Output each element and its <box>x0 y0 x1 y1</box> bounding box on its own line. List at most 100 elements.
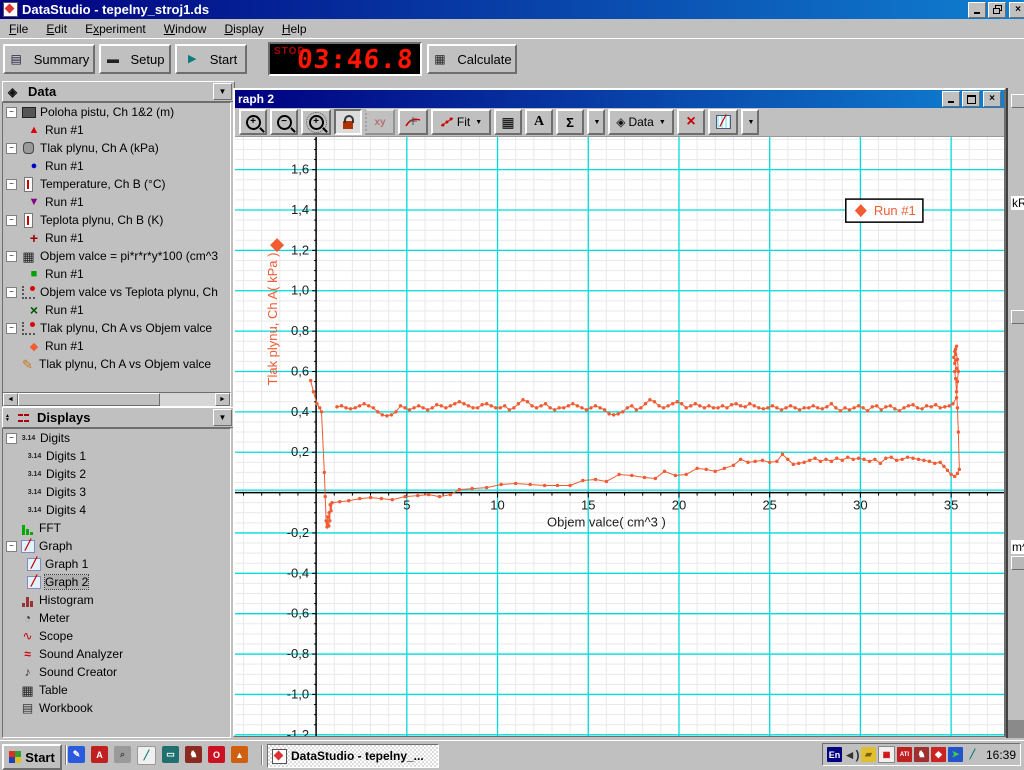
display-item-graph-1[interactable]: ╱Graph 1 <box>3 555 230 573</box>
dragon-icon[interactable]: ♞ <box>185 746 202 763</box>
display-item-digits-1[interactable]: 3.14Digits 1 <box>3 447 230 465</box>
menu-help[interactable]: Help <box>273 20 316 38</box>
notepad-icon[interactable]: ✎ <box>68 746 85 763</box>
pen-icon[interactable]: ╱ <box>965 747 980 762</box>
collapse-toggle[interactable]: − <box>6 215 17 226</box>
device-icon[interactable]: ▭ <box>162 746 179 763</box>
data-tree-item[interactable]: −Objem valce vs Teplota plynu, Ch <box>3 283 230 301</box>
run-item[interactable]: ●Run #1 <box>3 157 230 175</box>
run-item[interactable]: +Run #1 <box>3 229 230 247</box>
scroll-thumb[interactable] <box>18 393 160 406</box>
data-panel-header[interactable]: ◈ Data ▼ <box>2 81 235 102</box>
menu-experiment[interactable]: Experiment <box>76 20 155 38</box>
display-item-histogram[interactable]: Histogram <box>3 591 230 609</box>
opera-icon[interactable]: O <box>208 746 225 763</box>
display-item-table[interactable]: ▦Table <box>3 681 230 699</box>
graph-plot-area[interactable]: 1,61,41,21,00,80,60,40,2-0,2-0,4-0,6-0,8… <box>235 137 1004 736</box>
run-item[interactable]: ◆Run #1 <box>3 337 230 355</box>
text-annotation-button[interactable]: A <box>525 109 553 135</box>
tool-icon[interactable]: ⌕ <box>114 746 131 763</box>
collapse-toggle[interactable]: − <box>6 251 17 262</box>
graph-window[interactable]: raph 2 × + − + xy Fit▼ ▦ A Σ ▼ ◈ Data▼ ×… <box>233 88 1006 737</box>
ati-icon[interactable]: ATI <box>897 747 912 762</box>
globe-icon[interactable]: ➤ <box>948 747 963 762</box>
calculate-button[interactable]: ▦ Calculate <box>427 44 517 74</box>
graph-calculate-button[interactable]: ▦ <box>494 109 522 135</box>
zoom-in-button[interactable]: + <box>239 109 267 135</box>
smart-tool-button[interactable] <box>398 109 428 135</box>
graph-close-button[interactable]: × <box>983 91 1001 107</box>
display-item-sound-analyzer[interactable]: ≈Sound Analyzer <box>3 645 230 663</box>
fit-menu-button[interactable]: Fit▼ <box>431 109 491 135</box>
scroll-right-arrow[interactable]: ► <box>215 393 230 406</box>
task-button-datastudio[interactable]: DataStudio - tepelny_... <box>267 744 439 768</box>
volume-icon[interactable]: ◄) <box>844 747 859 762</box>
data-tree-item[interactable]: −Poloha pistu, Ch 1&2 (m) <box>3 103 230 121</box>
scale-to-fit-button[interactable] <box>334 109 362 135</box>
red-diamond-icon[interactable]: ◆ <box>931 747 946 762</box>
data-tree-item[interactable]: −▦Objem valce = pi*r*r*y*100 (cm^3 <box>3 247 230 265</box>
start-button-toolbar[interactable]: ▶ Start <box>175 44 247 74</box>
display-item-workbook[interactable]: ▤Workbook <box>3 699 230 717</box>
paint-icon[interactable]: ╱ <box>137 746 156 765</box>
display-item-scope[interactable]: ∿Scope <box>3 627 230 645</box>
zoom-out-button[interactable]: − <box>270 109 298 135</box>
display-item-meter[interactable]: ◔Meter <box>3 609 230 627</box>
menu-edit[interactable]: Edit <box>37 20 76 38</box>
data-tree-item[interactable]: −Temperature, Ch B (°C) <box>3 175 230 193</box>
menu-window[interactable]: Window <box>155 20 216 38</box>
data-panel-dropdown[interactable]: ▼ <box>213 83 232 100</box>
display-item-digits-2[interactable]: 3.14Digits 2 <box>3 465 230 483</box>
close-button[interactable]: × <box>1009 2 1024 18</box>
collapse-toggle[interactable]: − <box>6 287 17 298</box>
scroll-left-arrow[interactable]: ◄ <box>3 393 18 406</box>
collapse-toggle[interactable]: − <box>6 433 17 444</box>
graph-settings-button[interactable]: ╱ <box>708 109 738 135</box>
run-item[interactable]: ▲Run #1 <box>3 121 230 139</box>
run-item[interactable]: ×Run #1 <box>3 301 230 319</box>
display-item-fft[interactable]: FFT <box>3 519 230 537</box>
graph-settings-dropdown[interactable]: ▼ <box>741 109 759 135</box>
displays-panel-dropdown[interactable]: ▼ <box>213 409 232 426</box>
data-tree-item[interactable]: −Tlak plynu, Ch A vs Objem valce <box>3 319 230 337</box>
graph-minimize-button[interactable] <box>942 91 960 107</box>
minimize-button[interactable] <box>968 2 986 18</box>
run-item[interactable]: ▼Run #1 <box>3 193 230 211</box>
statistics-dropdown[interactable]: ▼ <box>587 109 605 135</box>
acrobat-icon[interactable]: A <box>91 746 108 763</box>
display-item-graph[interactable]: −╱Graph <box>3 537 230 555</box>
xy-data-button[interactable]: xy <box>365 109 395 135</box>
tray-clock[interactable]: 16:39 <box>986 748 1016 762</box>
background-window-strip[interactable]: kR m^ <box>1006 88 1024 738</box>
en-language-indicator[interactable]: En <box>827 747 842 762</box>
red-creature-icon[interactable]: ♞ <box>914 747 929 762</box>
display-item-digits[interactable]: −3.14Digits <box>3 429 230 447</box>
restore-button[interactable] <box>988 2 1006 18</box>
statistics-button[interactable]: Σ <box>556 109 584 135</box>
graph-maximize-button[interactable] <box>962 91 980 107</box>
menu-file[interactable]: File <box>0 20 37 38</box>
yellow-disk-icon[interactable]: ▰ <box>861 747 876 762</box>
data-tree-item[interactable]: −Tlak plynu, Ch A (kPa) <box>3 139 230 157</box>
collapse-toggle[interactable]: − <box>6 143 17 154</box>
collapse-toggle[interactable]: − <box>6 107 17 118</box>
menu-display[interactable]: Display <box>215 20 272 38</box>
display-item-graph-2[interactable]: ╱Graph 2 <box>3 573 230 591</box>
remove-button[interactable]: × <box>677 109 705 135</box>
collapse-toggle[interactable]: − <box>6 179 17 190</box>
run-item[interactable]: ■Run #1 <box>3 265 230 283</box>
scheduler-icon[interactable]: ▦ <box>878 746 895 763</box>
data-tree-item[interactable]: ✎Tlak plynu, Ch A vs Objem valce <box>3 355 230 373</box>
collapse-toggle[interactable]: − <box>6 323 17 334</box>
graph-window-titlebar[interactable]: raph 2 × <box>235 90 1004 108</box>
zoom-select-button[interactable]: + <box>301 109 331 135</box>
splitter-icon[interactable]: ▲▼ <box>5 414 14 422</box>
display-item-sound-creator[interactable]: ♪Sound Creator <box>3 663 230 681</box>
data-tree-item[interactable]: −Teplota plynu, Ch B (K) <box>3 211 230 229</box>
start-button[interactable]: Start <box>2 744 62 770</box>
data-menu-button[interactable]: ◈ Data▼ <box>608 109 674 135</box>
collapse-toggle[interactable]: − <box>6 541 17 552</box>
summary-button[interactable]: ▤ Summary <box>3 44 95 74</box>
flame-icon[interactable]: ▲ <box>231 746 248 763</box>
setup-button[interactable]: ▬ Setup <box>99 44 171 74</box>
